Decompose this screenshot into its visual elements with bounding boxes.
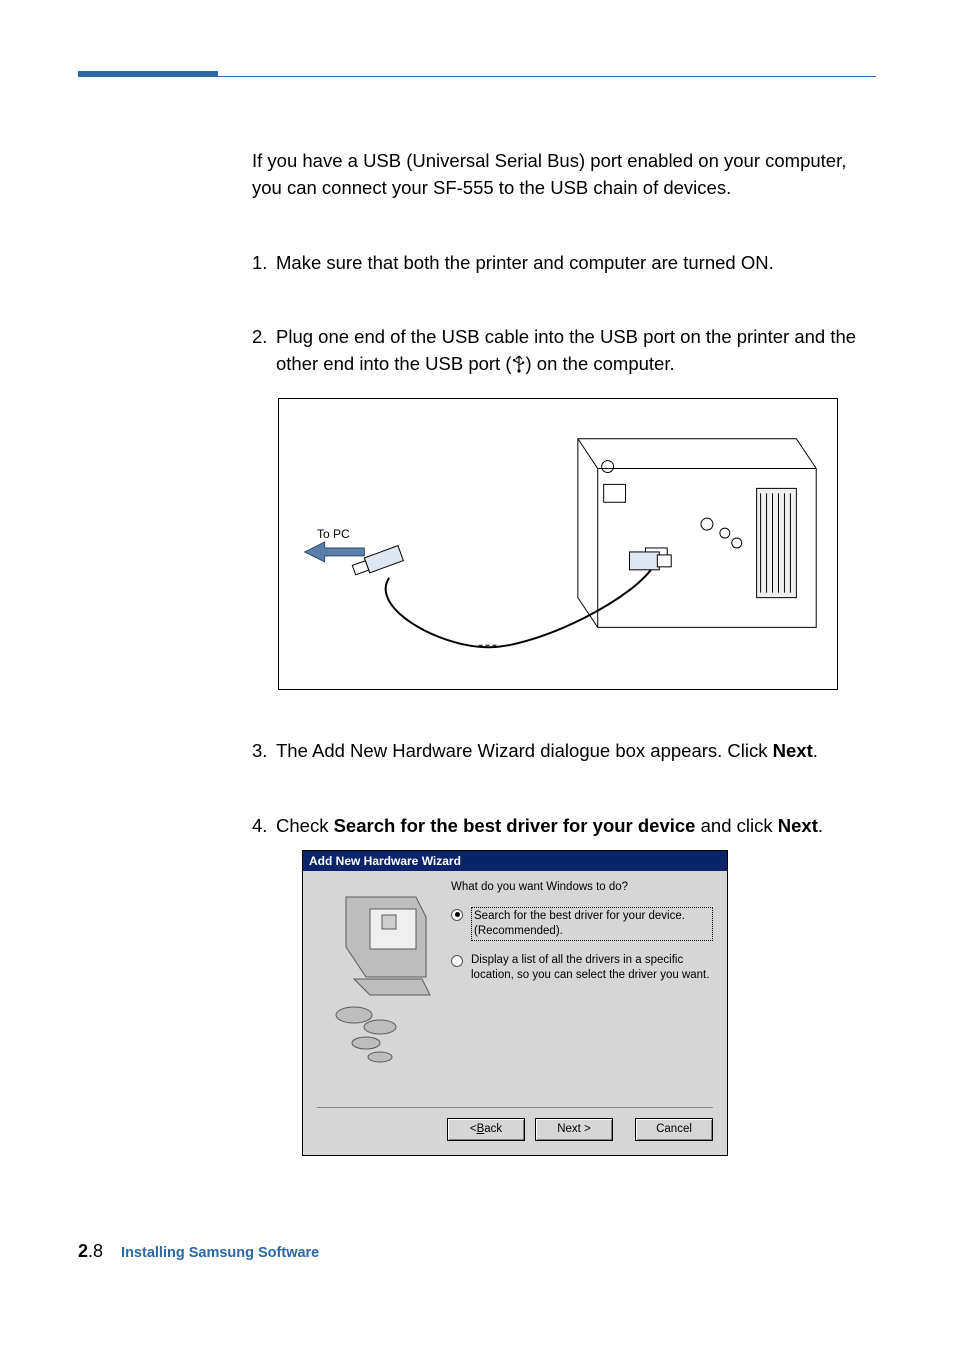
wizard-option-1[interactable]: Search for the best driver for your devi… <box>451 907 713 941</box>
header-rule <box>78 70 876 78</box>
step-3: 3. The Add New Hardware Wizard dialogue … <box>252 738 872 765</box>
step3-bold: Next <box>773 740 813 761</box>
wizard-option-1-label: Search for the best driver for your devi… <box>471 907 713 941</box>
step3-text-b: . <box>813 740 818 761</box>
spacer <box>252 785 872 813</box>
wizard-option-2-label: Display a list of all the drivers in a s… <box>471 953 713 983</box>
spacer <box>252 296 872 324</box>
back-pre: < <box>470 1123 477 1135</box>
step4-bold1: Search for the best driver for your devi… <box>334 815 696 836</box>
footer-title: Installing Samsung Software <box>121 1245 319 1261</box>
step-number: 4. <box>252 813 276 840</box>
step4-text-a: Check <box>276 815 334 836</box>
step-text: The Add New Hardware Wizard dialogue box… <box>276 738 872 765</box>
wizard-question: What do you want Windows to do? <box>451 881 713 893</box>
wizard-graphic <box>317 881 445 1101</box>
step2-text-b: ) on the computer. <box>526 353 675 374</box>
step-1: 1. Make sure that both the printer and c… <box>252 250 872 277</box>
header-rule-thick <box>78 71 218 77</box>
step-number: 2. <box>252 324 276 378</box>
printer-illustration <box>279 399 837 689</box>
back-post: ack <box>484 1123 502 1135</box>
wizard-button-row: < Back Next > Cancel <box>303 1108 727 1155</box>
cancel-button[interactable]: Cancel <box>635 1118 713 1141</box>
step4-bold2: Next <box>778 815 818 836</box>
step4-text-b: . <box>818 815 823 836</box>
footer-chapter: 2 <box>78 1241 88 1261</box>
next-button[interactable]: Next > <box>535 1118 613 1141</box>
figure-label-to-pc: To PC <box>317 527 350 541</box>
wizard-dialog: Add New Hardware Wizard <box>302 850 728 1156</box>
wizard-body: What do you want Windows to do? Search f… <box>303 871 727 1107</box>
page-footer: 2.8 Installing Samsung Software <box>78 1241 319 1262</box>
intro-paragraph: If you have a USB (Universal Serial Bus)… <box>252 148 872 202</box>
step3-text-a: The Add New Hardware Wizard dialogue box… <box>276 740 773 761</box>
footer-pagenum: 2.8 <box>78 1241 103 1262</box>
wizard-computer-icon <box>326 887 436 1067</box>
body-content: If you have a USB (Universal Serial Bus)… <box>252 148 872 1156</box>
step-text: Make sure that both the printer and comp… <box>276 250 872 277</box>
radio-selected-icon[interactable] <box>451 909 463 921</box>
document-page: If you have a USB (Universal Serial Bus)… <box>0 0 954 1348</box>
radio-unselected-icon[interactable] <box>451 955 463 967</box>
step-text: Check Search for the best driver for you… <box>276 813 872 840</box>
usb-icon <box>512 355 526 373</box>
step4-text-mid: and click <box>695 815 777 836</box>
back-button[interactable]: < Back <box>447 1118 525 1141</box>
step-4: 4. Check Search for the best driver for … <box>252 813 872 840</box>
wizard-content: What do you want Windows to do? Search f… <box>445 881 713 1101</box>
step-number: 1. <box>252 250 276 277</box>
step-2: 2. Plug one end of the USB cable into th… <box>252 324 872 378</box>
step-number: 3. <box>252 738 276 765</box>
back-underline: B <box>477 1123 485 1135</box>
footer-page: 8 <box>93 1241 103 1261</box>
wizard-option-2[interactable]: Display a list of all the drivers in a s… <box>451 953 713 983</box>
step-text: Plug one end of the USB cable into the U… <box>276 324 872 378</box>
figure-usb-connection: To PC <box>278 398 838 690</box>
wizard-titlebar: Add New Hardware Wizard <box>303 851 727 871</box>
